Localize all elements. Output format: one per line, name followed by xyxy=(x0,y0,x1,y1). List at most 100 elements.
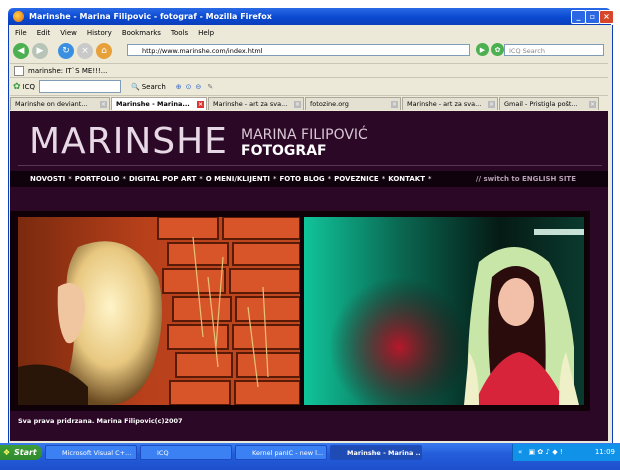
icq-search-input[interactable] xyxy=(39,80,122,93)
go-icon[interactable]: ▶ xyxy=(476,43,489,56)
tab-marinshe-active[interactable]: Marinshe - Marina... × xyxy=(111,97,207,110)
copyright-text: Sva prava pridrzana. Marina Filipovic(c)… xyxy=(18,417,183,425)
menu-bar: File Edit View History Bookmarks Tools H… xyxy=(10,26,608,39)
tray-alert-icon[interactable]: ! xyxy=(560,448,563,456)
task-firefox-marinshe[interactable]: Marinshe - Marina ... xyxy=(330,445,422,460)
tab-label: Marinshe on deviant... xyxy=(15,100,88,108)
menu-file[interactable]: File xyxy=(15,29,27,37)
tab-label: Gmail - Pristigla pošt... xyxy=(504,100,578,108)
tray-network-icon[interactable]: ▣ xyxy=(529,448,536,456)
menu-history[interactable]: History xyxy=(87,29,112,37)
close-tab-icon[interactable]: × xyxy=(294,101,301,108)
stop-icon[interactable]: × xyxy=(77,43,93,59)
back-arrow-icon[interactable]: ◀ xyxy=(13,43,29,59)
tab-label: Marinshe - Marina... xyxy=(116,100,190,108)
bookmark-item[interactable]: marinshe: IT`S ME!!!... xyxy=(28,67,107,75)
menu-o-meni[interactable]: O MENI/KLIJENTI xyxy=(206,175,270,183)
menu-separator: * xyxy=(122,175,126,183)
web-page: MARINSHE MARINA FILIPOVIĆ FOTOGRAF NOVOS… xyxy=(10,111,608,441)
forward-arrow-icon[interactable]: ▶ xyxy=(32,43,48,59)
menu-separator: * xyxy=(273,175,277,183)
close-tab-icon[interactable]: × xyxy=(391,101,398,108)
tray-shield-icon[interactable]: ◆ xyxy=(552,448,557,456)
brick-portrait-image xyxy=(18,217,300,405)
url-input[interactable]: http://www.marinshe.com/index.html xyxy=(127,44,470,56)
close-tab-icon[interactable]: × xyxy=(100,101,107,108)
menu-kontakt[interactable]: KONTAKT xyxy=(388,175,425,183)
menu-view[interactable]: View xyxy=(60,29,77,37)
english-site-link[interactable]: // switch to ENGLISH SITE xyxy=(476,175,576,183)
minimize-button[interactable]: _ xyxy=(571,10,586,24)
tab-deviant[interactable]: Marinshe on deviant... × xyxy=(10,97,110,110)
windows-logo-icon: ❖ xyxy=(3,448,11,457)
tab-art-za-sva-2[interactable]: Marinshe - art za sva... × xyxy=(402,97,498,110)
menu-digital-pop-art[interactable]: DIGITAL POP ART xyxy=(129,175,196,183)
site-logo[interactable]: MARINSHE xyxy=(29,121,228,162)
close-button[interactable]: × xyxy=(599,10,614,24)
hood-portrait-image xyxy=(304,217,584,405)
task-label: ICQ xyxy=(157,449,169,457)
site-menu: NOVOSTI * PORTFOLIO * DIGITAL POP ART * O M… xyxy=(10,171,608,187)
task-icq[interactable]: ICQ xyxy=(140,445,232,460)
menu-separator: * xyxy=(68,175,72,183)
reload-icon[interactable]: ↻ xyxy=(58,43,74,59)
maximize-button[interactable]: ▫ xyxy=(585,10,600,24)
close-tab-icon[interactable]: × xyxy=(488,101,495,108)
icq-logo-icon[interactable]: ✿ xyxy=(491,43,504,56)
bookmarks-toolbar: marinshe: IT`S ME!!!... xyxy=(10,63,608,77)
tab-label: Marinshe - art za sva... xyxy=(213,100,288,108)
task-kernel-panic[interactable]: Kernel panIC - new l... xyxy=(235,445,327,460)
zoom-icon[interactable]: ⊙ xyxy=(186,83,192,91)
tray-expand-icon[interactable]: « xyxy=(518,448,522,456)
photographer-role: FOTOGRAF xyxy=(241,143,327,159)
tab-strip: Marinshe on deviant... × Marinshe - Marin… xyxy=(10,95,608,111)
menu-novosti[interactable]: NOVOSTI xyxy=(30,175,65,183)
navigation-toolbar: ◀ ▶ ↻ × ⌂ http://www.marinshe.com/index.… xyxy=(10,40,608,62)
photo-brick-wall[interactable] xyxy=(18,217,300,405)
pen-icon[interactable]: ✎ xyxy=(207,83,213,91)
photo-gallery xyxy=(10,211,590,411)
menu-poveznice[interactable]: POVEZNICE xyxy=(334,175,379,183)
menu-tools[interactable]: Tools xyxy=(171,29,188,37)
icq-search-button[interactable]: Search xyxy=(142,83,166,91)
tab-label: fotozine.org xyxy=(310,100,349,108)
window-titlebar[interactable]: Marinshe - Marina Filipovic - fotograf -… xyxy=(8,8,614,25)
menu-bookmarks[interactable]: Bookmarks xyxy=(122,29,161,37)
taskbar: Start ❖ Microsoft Visual C+... ICQ Kerne… xyxy=(0,443,620,470)
task-visual-c[interactable]: Microsoft Visual C+... xyxy=(45,445,137,460)
icq-flower-icon: ✿ xyxy=(13,81,21,92)
tray-volume-icon[interactable]: ♪ xyxy=(546,448,550,456)
firefox-icon xyxy=(13,11,24,22)
page-icon xyxy=(14,65,24,76)
menu-help[interactable]: Help xyxy=(198,29,214,37)
zoom-in-icon[interactable]: ⊕ xyxy=(176,83,182,91)
menu-separator: * xyxy=(427,175,432,183)
tab-gmail[interactable]: Gmail - Pristigla pošt... × xyxy=(499,97,599,110)
zoom-out-icon[interactable]: ⊖ xyxy=(196,83,202,91)
task-label: Marinshe - Marina ... xyxy=(347,449,422,457)
window-title: Marinshe - Marina Filipovic - fotograf -… xyxy=(29,12,272,21)
task-label: Kernel panIC - new l... xyxy=(252,449,324,457)
close-tab-icon[interactable]: × xyxy=(197,101,204,108)
search-input[interactable]: ICQ Search xyxy=(504,44,604,56)
icq-toolbar: ✿ ICQ 🔍 Search ⊕ ⊙ ⊖ ✎ xyxy=(10,77,608,95)
menu-separator: * xyxy=(327,175,332,183)
photographer-name: MARINA FILIPOVIĆ xyxy=(241,127,368,143)
task-label: Microsoft Visual C+... xyxy=(62,449,132,457)
tab-label: Marinshe - art za sva... xyxy=(407,100,482,108)
icq-label[interactable]: ICQ xyxy=(23,83,35,91)
clock: 11:09 xyxy=(594,448,615,456)
menu-separator: * xyxy=(199,175,203,183)
menu-edit[interactable]: Edit xyxy=(37,29,51,37)
magnifier-icon: 🔍 xyxy=(131,82,140,91)
home-icon[interactable]: ⌂ xyxy=(96,43,112,59)
photo-hooded-girl[interactable] xyxy=(304,217,584,405)
tray-icq-icon[interactable]: ✿ xyxy=(537,448,543,456)
menu-portfolio[interactable]: PORTFOLIO xyxy=(75,175,120,183)
menu-separator: * xyxy=(381,175,386,183)
tab-fotozine[interactable]: fotozine.org × xyxy=(305,97,401,110)
close-tab-icon[interactable]: × xyxy=(589,101,596,108)
system-tray: « ▣ ✿ ♪ ◆ ! 11:09 xyxy=(512,444,620,461)
menu-foto-blog[interactable]: FOTO BLOG xyxy=(280,175,325,183)
tab-art-za-sva[interactable]: Marinshe - art za sva... × xyxy=(208,97,304,110)
